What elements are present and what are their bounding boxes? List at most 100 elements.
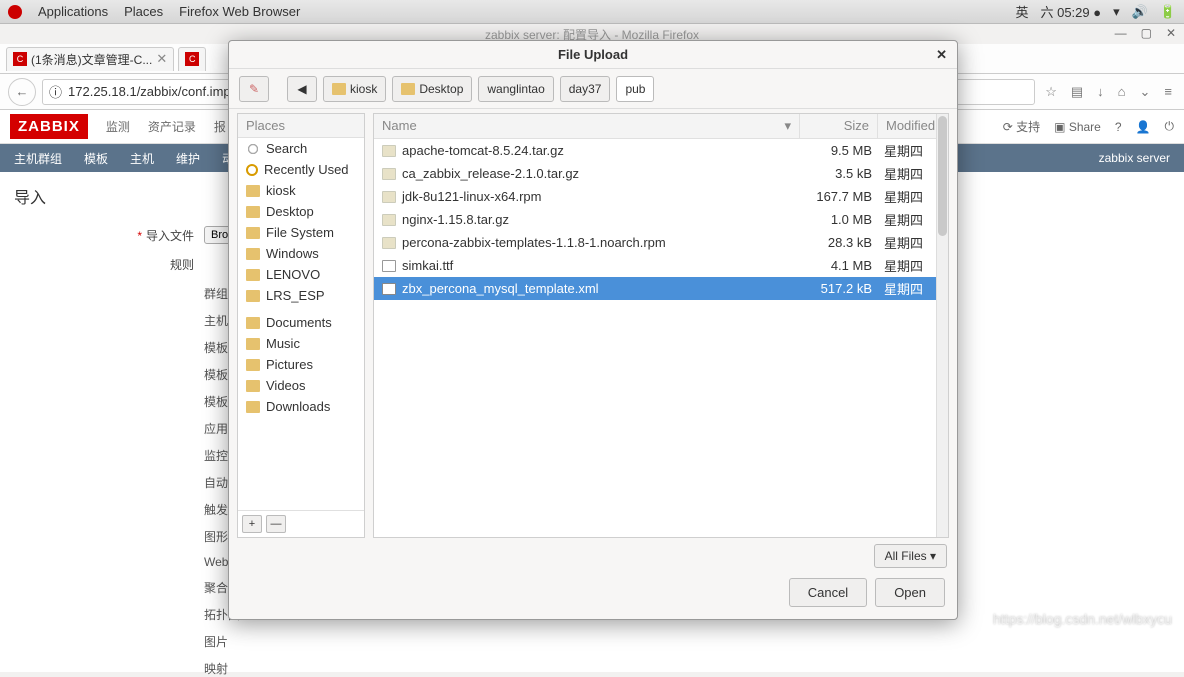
downloads-icon[interactable]: ↓ — [1097, 84, 1104, 99]
file-size: 28.3 kB — [800, 235, 878, 250]
place-item[interactable]: Documents — [238, 312, 364, 333]
dialog-toolbar: ✎ ◀ kiosk Desktop wanglintao day37 pub — [229, 69, 957, 109]
file-icon — [382, 214, 396, 226]
place-label: Pictures — [266, 357, 313, 372]
place-label: Music — [266, 336, 300, 351]
path-back-button[interactable]: ◀ — [287, 76, 317, 102]
back-button[interactable]: ← — [8, 78, 36, 106]
place-label: Search — [266, 141, 307, 156]
watermark: https://blog.csdn.net/wlbxycu — [993, 611, 1172, 627]
input-lang[interactable]: 英 — [1015, 2, 1028, 21]
place-label: LRS_ESP — [266, 288, 325, 303]
browser-tab[interactable]: C (1条消息)文章管理-C... ✕ — [6, 47, 174, 71]
place-item[interactable]: Videos — [238, 375, 364, 396]
menu-icon[interactable]: ≡ — [1164, 84, 1172, 99]
place-item[interactable]: kiosk — [238, 180, 364, 201]
subnav-item[interactable]: 维护 — [176, 150, 200, 167]
breadcrumb-item[interactable]: Desktop — [392, 76, 472, 102]
current-app[interactable]: Firefox Web Browser — [179, 4, 300, 19]
maximize-button[interactable]: ▢ — [1141, 26, 1152, 40]
subnav-item[interactable]: 主机 — [130, 150, 154, 167]
file-size: 517.2 kB — [800, 281, 878, 296]
folder-icon — [246, 290, 260, 302]
folder-icon — [246, 317, 260, 329]
subnav-item[interactable]: 主机群组 — [14, 150, 62, 167]
add-bookmark-button[interactable]: + — [242, 515, 262, 533]
file-row[interactable]: simkai.ttf4.1 MB星期四 — [374, 254, 948, 277]
col-size[interactable]: Size — [800, 114, 878, 138]
folder-icon — [401, 83, 415, 95]
place-label: Recently Used — [264, 162, 349, 177]
file-size: 4.1 MB — [800, 258, 878, 273]
zabbix-logo[interactable]: ZABBIX — [10, 114, 88, 139]
nav-item[interactable]: 资产记录 — [148, 118, 196, 135]
close-tab-icon[interactable]: ✕ — [156, 51, 167, 67]
file-icon — [382, 145, 396, 157]
nav-item[interactable]: 监测 — [106, 118, 130, 135]
dialog-close-icon[interactable]: ✕ — [936, 47, 947, 63]
help-icon[interactable]: ? — [1115, 120, 1122, 134]
browser-tab[interactable]: C — [178, 47, 206, 71]
col-name[interactable]: Name▾ — [374, 114, 800, 138]
bookmark-icon[interactable]: ☆ — [1045, 84, 1057, 100]
battery-icon[interactable]: 🔋 — [1160, 4, 1176, 20]
place-label: kiosk — [266, 183, 296, 198]
place-label: Documents — [266, 315, 332, 330]
place-item[interactable]: Pictures — [238, 354, 364, 375]
csdn-favicon-icon: C — [13, 52, 27, 66]
breadcrumb-item[interactable]: wanglintao — [478, 76, 553, 102]
breadcrumb-item-current[interactable]: pub — [616, 76, 654, 102]
user-icon[interactable]: 👤 — [1136, 120, 1151, 134]
minimize-button[interactable]: — — [1115, 26, 1127, 40]
pocket-icon[interactable]: ⌄ — [1140, 84, 1151, 100]
file-name: ca_zabbix_release-2.1.0.tar.gz — [402, 166, 579, 181]
file-row[interactable]: zbx_percona_mysql_template.xml517.2 kB星期… — [374, 277, 948, 300]
remove-bookmark-button[interactable]: — — [266, 515, 286, 533]
folder-icon — [246, 269, 260, 281]
folder-icon — [246, 185, 260, 197]
csdn-favicon-icon: C — [185, 52, 199, 66]
nav-item[interactable]: 报 — [214, 118, 226, 135]
cancel-button[interactable]: Cancel — [789, 578, 867, 607]
volume-icon[interactable]: 🔊 — [1132, 4, 1148, 20]
file-size: 3.5 kB — [800, 166, 878, 181]
file-row[interactable]: ca_zabbix_release-2.1.0.tar.gz3.5 kB星期四 — [374, 162, 948, 185]
place-item[interactable]: LRS_ESP — [238, 285, 364, 306]
file-row[interactable]: nginx-1.15.8.tar.gz1.0 MB星期四 — [374, 208, 948, 231]
wifi-icon[interactable]: ▾ — [1113, 4, 1120, 20]
support-link[interactable]: ⟳ 支持 — [1003, 118, 1040, 135]
file-filter-dropdown[interactable]: All Files ▾ — [874, 544, 947, 568]
library-icon[interactable]: ▤ — [1071, 84, 1083, 100]
power-icon[interactable]: ⏻ — [1165, 119, 1175, 134]
breadcrumb-item[interactable]: day37 — [560, 76, 611, 102]
place-item[interactable]: LENOVO — [238, 264, 364, 285]
place-item[interactable]: Downloads — [238, 396, 364, 417]
place-item[interactable]: Recently Used — [238, 159, 364, 180]
edit-path-button[interactable]: ✎ — [239, 76, 269, 102]
breadcrumb-item[interactable]: kiosk — [323, 76, 386, 102]
sort-arrow-icon: ▾ — [784, 118, 791, 134]
place-item[interactable]: Windows — [238, 243, 364, 264]
info-icon[interactable]: ⓘ — [49, 82, 62, 101]
place-item[interactable]: Music — [238, 333, 364, 354]
place-item[interactable]: File System — [238, 222, 364, 243]
open-button[interactable]: Open — [875, 578, 945, 607]
folder-icon — [246, 338, 260, 350]
search-icon — [246, 143, 260, 155]
clock[interactable]: 六 05:29 ● — [1040, 2, 1101, 21]
places-menu[interactable]: Places — [124, 4, 163, 19]
gnome-topbar: Applications Places Firefox Web Browser … — [0, 0, 1184, 24]
applications-menu[interactable]: Applications — [38, 4, 108, 19]
file-row[interactable]: apache-tomcat-8.5.24.tar.gz9.5 MB星期四 — [374, 139, 948, 162]
share-link[interactable]: ▣ Share — [1054, 120, 1101, 134]
place-label: File System — [266, 225, 334, 240]
place-item[interactable]: Search — [238, 138, 364, 159]
home-icon[interactable]: ⌂ — [1118, 84, 1126, 99]
file-row[interactable]: percona-zabbix-templates-1.1.8-1.noarch.… — [374, 231, 948, 254]
subnav-item[interactable]: 模板 — [84, 150, 108, 167]
folder-icon — [246, 227, 260, 239]
files-scrollbar[interactable] — [936, 114, 948, 537]
file-row[interactable]: jdk-8u121-linux-x64.rpm167.7 MB星期四 — [374, 185, 948, 208]
place-item[interactable]: Desktop — [238, 201, 364, 222]
close-window-button[interactable]: ✕ — [1166, 26, 1176, 40]
